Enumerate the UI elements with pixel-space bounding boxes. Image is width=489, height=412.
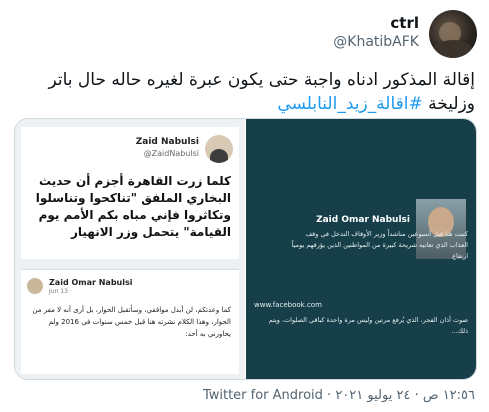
site-label: www.facebook.com bbox=[254, 301, 322, 309]
avatar[interactable] bbox=[429, 10, 477, 58]
tweet-source[interactable]: Twitter for Android bbox=[203, 388, 323, 403]
display-name[interactable]: ctrl bbox=[333, 14, 419, 32]
embedded-text: كلما زرت القاهرة أجزم أن حديث البخاري ال… bbox=[35, 174, 231, 239]
tweet-text: إقالة المذكور ادناه واجبة حتى يكون عبرة … bbox=[15, 68, 476, 116]
media-image-right[interactable]: Zaid Omar Nabulsi كتبت هنا قبل أسبوعين م… bbox=[246, 119, 476, 379]
embedded-facebook-card: Zaid Omar Nabulsi Jun 13 · كما وعدتكم، ل… bbox=[21, 269, 239, 374]
post-bottom-text: صوت أذان الفجر، الذي يُرفع مرتين وليس مر… bbox=[268, 316, 468, 335]
tweet-header: ctrl @KhatibAFK bbox=[177, 10, 477, 58]
avatar-body bbox=[433, 40, 473, 58]
embedded-tweet-card: Zaid Nabulsi @ZaidNabulsi كلما زرت القاه… bbox=[21, 127, 239, 259]
embedded-avatar bbox=[205, 135, 233, 163]
tweet: ctrl @KhatibAFK إقالة المذكور ادناه واجب… bbox=[0, 0, 489, 412]
tweet-media[interactable]: Zaid Nabulsi @ZaidNabulsi كلما زرت القاه… bbox=[14, 118, 477, 380]
fb-meta: Jun 13 · bbox=[49, 288, 72, 295]
fb-name: Zaid Omar Nabulsi bbox=[49, 278, 133, 287]
embedded-name: Zaid Nabulsi bbox=[135, 137, 199, 147]
embedded-handle: @ZaidNabulsi bbox=[143, 149, 199, 158]
profile-name: Zaid Omar Nabulsi bbox=[316, 215, 410, 225]
fb-text: كما وعدتكم، لن أبدل مواقفي، وسأتقبل الحو… bbox=[32, 306, 231, 338]
fb-avatar bbox=[27, 278, 43, 294]
tweet-time[interactable]: ١٢:٥٦ ص · ٢٤ يوليو ٢٠٢١ · bbox=[323, 388, 475, 403]
hashtag-link[interactable]: #اقالة_زيد_النابلسي bbox=[277, 94, 422, 114]
post-text: كتبت هنا قبل أسبوعين مناشداً وزير الأوقا… bbox=[291, 230, 468, 260]
tweet-footer: ١٢:٥٦ ص · ٢٤ يوليو ٢٠٢١ · Twitter for An… bbox=[14, 388, 475, 403]
handle[interactable]: @KhatibAFK bbox=[333, 34, 419, 50]
author-names: ctrl @KhatibAFK bbox=[333, 14, 419, 50]
media-image-left[interactable]: Zaid Nabulsi @ZaidNabulsi كلما زرت القاه… bbox=[15, 119, 245, 379]
